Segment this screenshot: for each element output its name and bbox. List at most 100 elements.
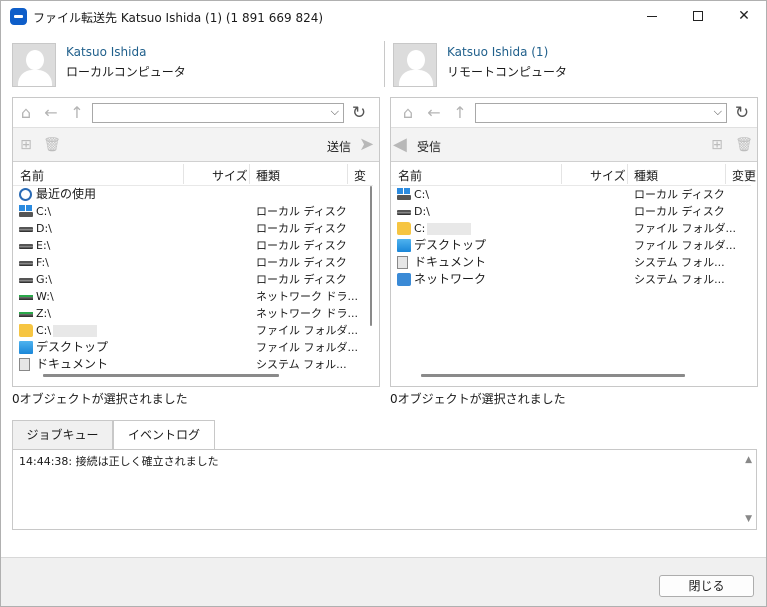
new-folder-icon[interactable]: ⊞: [708, 137, 726, 153]
list-item[interactable]: ネットワーク システム フォル...: [391, 271, 751, 288]
network-icon: [397, 273, 411, 286]
new-folder-icon[interactable]: ⊞: [17, 137, 35, 153]
scroll-down-icon[interactable]: ▼: [745, 514, 752, 524]
column-modified[interactable]: 変更: [732, 167, 756, 184]
remote-peer-name: Katsuo Ishida (1): [447, 45, 549, 59]
local-column-header: 名前 サイズ 種類 変: [13, 162, 373, 186]
teamviewer-app-icon: [10, 8, 27, 25]
list-item[interactable]: C:\ ファイル フォルダ...: [13, 322, 373, 339]
list-item[interactable]: ドキュメント システム フォル...: [391, 254, 751, 271]
log-line: 14:44:38: 接続は正しく確立されました: [19, 455, 219, 468]
remote-column-header: 名前 サイズ 種類 変更: [391, 162, 756, 186]
scroll-up-icon[interactable]: ▲: [745, 455, 752, 465]
refresh-icon[interactable]: ↻: [732, 103, 752, 123]
local-navbar: ⌂ ← ↑ ⌵ ↻: [13, 98, 379, 128]
local-file-list[interactable]: 名前 サイズ 種類 変 最近の使用 C:\ ローカル ディスク D:\ ローカル デ…: [13, 162, 379, 386]
back-arrow-icon[interactable]: ←: [425, 104, 443, 122]
list-item[interactable]: W:\ ネットワーク ドラ...: [13, 288, 373, 305]
remote-horizontal-scrollbar[interactable]: [421, 374, 685, 377]
chevron-down-icon: ⌵: [713, 105, 722, 118]
drive-icon: [19, 278, 33, 283]
remote-avatar-icon: [393, 43, 437, 87]
remote-panel: ⌂ ← ↑ ⌵ ↻ ◀ 受信 ⊞ 🗑 名前 サイズ 種類 変更 C:\ ローカル…: [390, 97, 758, 387]
list-item[interactable]: デスクトップ ファイル フォルダ...: [13, 339, 373, 356]
drive-icon: [19, 244, 33, 249]
up-arrow-icon[interactable]: ↑: [68, 104, 86, 122]
local-vertical-scrollbar[interactable]: [368, 186, 374, 366]
send-label[interactable]: 送信: [327, 138, 351, 155]
minimize-icon: [647, 15, 657, 17]
column-size[interactable]: サイズ: [590, 167, 626, 184]
redacted-text: [427, 223, 472, 235]
trash-icon[interactable]: 🗑: [43, 137, 61, 153]
document-icon: [19, 358, 30, 371]
column-modified[interactable]: 変: [354, 167, 366, 184]
remote-path-dropdown[interactable]: ⌵: [475, 103, 727, 123]
tab-event-log[interactable]: イベントログ: [113, 420, 215, 451]
list-item[interactable]: G:\ ローカル ディスク: [13, 271, 373, 288]
refresh-icon[interactable]: ↻: [349, 103, 369, 123]
list-item[interactable]: ドキュメント システム フォル...: [13, 356, 373, 373]
list-item[interactable]: D:\ ローカル ディスク: [13, 220, 373, 237]
chevron-down-icon: ⌵: [330, 105, 339, 118]
local-panel: ⌂ ← ↑ ⌵ ↻ ⊞ 🗑 送信 ➤ 名前 サイズ 種類 変 最近の使用 C:\…: [12, 97, 380, 387]
close-button[interactable]: 閉じる: [659, 575, 754, 597]
redacted-text: [53, 325, 98, 337]
local-peer-name: Katsuo Ishida: [66, 45, 147, 59]
remote-peer-type: リモートコンピュータ: [447, 65, 568, 79]
column-size[interactable]: サイズ: [212, 167, 248, 184]
column-type[interactable]: 種類: [634, 167, 658, 184]
column-name[interactable]: 名前: [398, 167, 422, 184]
minimize-button[interactable]: [629, 1, 675, 33]
network-drive-icon: [19, 295, 33, 300]
list-item[interactable]: デスクトップ ファイル フォルダ...: [391, 237, 751, 254]
column-type[interactable]: 種類: [256, 167, 280, 184]
remote-file-list[interactable]: 名前 サイズ 種類 変更 C:\ ローカル ディスク D:\ ローカル ディスク C…: [391, 162, 757, 386]
trash-icon[interactable]: 🗑: [735, 137, 753, 153]
folder-icon: [19, 324, 33, 337]
title-bar[interactable]: ファイル転送先 Katsuo Ishida (1) (1 891 669 824…: [1, 1, 766, 33]
receive-arrow-icon[interactable]: ◀: [393, 136, 413, 154]
up-arrow-icon[interactable]: ↑: [451, 104, 469, 122]
drive-icon: [19, 227, 33, 232]
system-drive-icon: [19, 205, 33, 218]
home-icon[interactable]: ⌂: [17, 104, 35, 122]
local-avatar-icon: [12, 43, 56, 87]
list-item[interactable]: F:\ ローカル ディスク: [13, 254, 373, 271]
local-actionbar: ⊞ 🗑 送信 ➤: [13, 128, 379, 162]
window-title: ファイル転送先 Katsuo Ishida (1) (1 891 669 824…: [33, 11, 324, 25]
footer-bar: 閉じる: [1, 557, 766, 606]
list-item[interactable]: D:\ ローカル ディスク: [391, 203, 751, 220]
home-icon[interactable]: ⌂: [399, 104, 417, 122]
remote-peer-header: Katsuo Ishida (1) リモートコンピュータ: [393, 43, 753, 87]
maximize-button[interactable]: [675, 1, 721, 33]
list-item[interactable]: C: ファイル フォルダ...: [391, 220, 751, 237]
folder-icon: [397, 222, 411, 235]
maximize-icon: [693, 11, 703, 21]
receive-label[interactable]: 受信: [417, 138, 441, 155]
local-horizontal-scrollbar[interactable]: [43, 374, 279, 377]
back-arrow-icon[interactable]: ←: [42, 104, 60, 122]
remote-status: 0オブジェクトが選択されました: [390, 392, 566, 406]
list-item[interactable]: Z:\ ネットワーク ドラ...: [13, 305, 373, 322]
close-window-button[interactable]: ✕: [721, 1, 767, 33]
tab-job-queue[interactable]: ジョブキュー: [12, 420, 113, 450]
desktop-icon: [397, 239, 411, 252]
local-peer-type: ローカルコンピュータ: [66, 65, 186, 79]
desktop-icon: [19, 341, 33, 354]
send-arrow-icon[interactable]: ➤: [359, 136, 379, 154]
recent-icon: [19, 188, 32, 201]
remote-navbar: ⌂ ← ↑ ⌵ ↻: [391, 98, 757, 128]
column-name[interactable]: 名前: [20, 167, 44, 184]
file-transfer-window: ファイル転送先 Katsuo Ishida (1) (1 891 669 824…: [0, 0, 767, 607]
list-item[interactable]: 最近の使用: [13, 186, 373, 203]
network-drive-icon: [19, 312, 33, 317]
local-path-dropdown[interactable]: ⌵: [92, 103, 344, 123]
drive-icon: [397, 210, 411, 215]
peer-divider: [384, 41, 385, 87]
list-item[interactable]: C:\ ローカル ディスク: [13, 203, 373, 220]
list-item[interactable]: C:\ ローカル ディスク: [391, 186, 751, 203]
list-item[interactable]: E:\ ローカル ディスク: [13, 237, 373, 254]
system-drive-icon: [397, 188, 411, 201]
event-log-panel: 14:44:38: 接続は正しく確立されました ▲ ▼: [12, 449, 757, 530]
